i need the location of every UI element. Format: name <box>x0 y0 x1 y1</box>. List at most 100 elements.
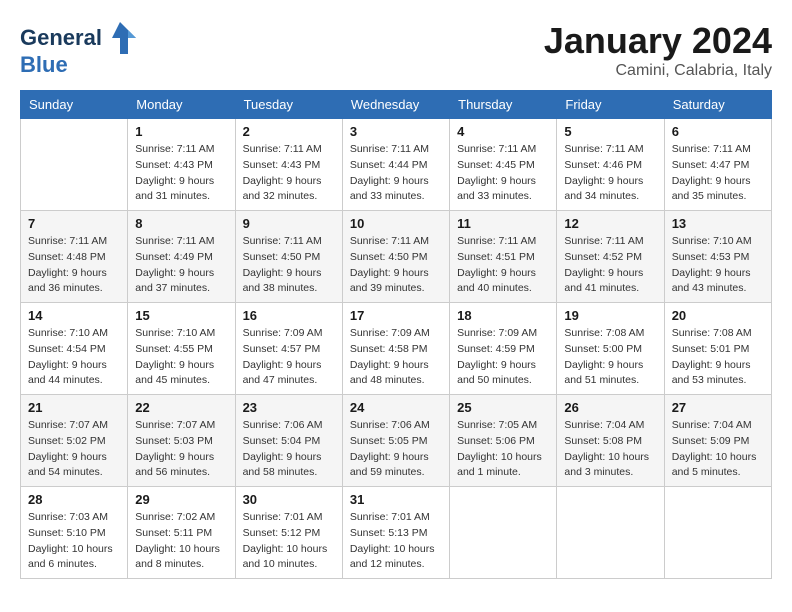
calendar-week-4: 21 Sunrise: 7:07 AMSunset: 5:02 PMDayligh… <box>21 395 772 487</box>
calendar-week-3: 14Sunrise: 7:10 AMSunset: 4:54 PMDayligh… <box>21 303 772 395</box>
page-header: General Blue January 2024 Camini, Calabr… <box>20 20 772 80</box>
day-info: Sunrise: 7:05 AMSunset: 5:06 PMDaylight:… <box>457 418 549 481</box>
day-number: 14 <box>28 308 120 323</box>
calendar-cell: 30 Sunrise: 7:01 AMSunset: 5:12 PMDayligh… <box>235 487 342 579</box>
day-info: Sunrise: 7:09 AMSunset: 4:57 PMDaylight:… <box>243 326 335 389</box>
day-info: Sunrise: 7:11 AMSunset: 4:50 PMDaylight:… <box>243 234 335 297</box>
calendar-cell: 1Sunrise: 7:11 AMSunset: 4:43 PMDaylight… <box>128 119 235 211</box>
day-info: Sunrise: 7:11 AMSunset: 4:45 PMDaylight:… <box>457 142 549 205</box>
day-info: Sunrise: 7:09 AMSunset: 4:59 PMDaylight:… <box>457 326 549 389</box>
day-info: Sunrise: 7:09 AMSunset: 4:58 PMDaylight:… <box>350 326 442 389</box>
calendar-cell: 31 Sunrise: 7:01 AMSunset: 5:13 PMDayligh… <box>342 487 449 579</box>
month-title: January 2024 <box>544 20 772 62</box>
calendar-cell: 14Sunrise: 7:10 AMSunset: 4:54 PMDayligh… <box>21 303 128 395</box>
day-number: 7 <box>28 216 120 231</box>
day-info: Sunrise: 7:10 AMSunset: 4:53 PMDaylight:… <box>672 234 764 297</box>
day-number: 26 <box>564 400 656 415</box>
calendar-week-1: 1Sunrise: 7:11 AMSunset: 4:43 PMDaylight… <box>21 119 772 211</box>
day-number: 19 <box>564 308 656 323</box>
calendar-cell <box>557 487 664 579</box>
day-number: 9 <box>243 216 335 231</box>
calendar-cell: 15 Sunrise: 7:10 AMSunset: 4:55 PMDayligh… <box>128 303 235 395</box>
title-block: January 2024 Camini, Calabria, Italy <box>544 20 772 80</box>
day-info: Sunrise: 7:08 AMSunset: 5:00 PMDaylight:… <box>564 326 656 389</box>
day-info: Sunrise: 7:08 AMSunset: 5:01 PMDaylight:… <box>672 326 764 389</box>
calendar-cell: 29 Sunrise: 7:02 AMSunset: 5:11 PMDayligh… <box>128 487 235 579</box>
day-number: 25 <box>457 400 549 415</box>
weekday-header-thursday: Thursday <box>450 91 557 119</box>
calendar-cell: 5 Sunrise: 7:11 AMSunset: 4:46 PMDaylight… <box>557 119 664 211</box>
calendar-cell: 18 Sunrise: 7:09 AMSunset: 4:59 PMDayligh… <box>450 303 557 395</box>
day-info: Sunrise: 7:11 AMSunset: 4:51 PMDaylight:… <box>457 234 549 297</box>
calendar-cell: 24 Sunrise: 7:06 AMSunset: 5:05 PMDayligh… <box>342 395 449 487</box>
day-number: 16 <box>243 308 335 323</box>
calendar-cell <box>21 119 128 211</box>
day-info: Sunrise: 7:11 AMSunset: 4:49 PMDaylight:… <box>135 234 227 297</box>
day-number: 8 <box>135 216 227 231</box>
day-info: Sunrise: 7:11 AMSunset: 4:43 PMDaylight:… <box>135 142 227 205</box>
calendar-cell: 21 Sunrise: 7:07 AMSunset: 5:02 PMDayligh… <box>21 395 128 487</box>
day-info: Sunrise: 7:02 AMSunset: 5:11 PMDaylight:… <box>135 510 227 573</box>
calendar-cell: 26Sunrise: 7:04 AMSunset: 5:08 PMDayligh… <box>557 395 664 487</box>
calendar-cell: 25 Sunrise: 7:05 AMSunset: 5:06 PMDayligh… <box>450 395 557 487</box>
day-info: Sunrise: 7:11 AMSunset: 4:50 PMDaylight:… <box>350 234 442 297</box>
location-subtitle: Camini, Calabria, Italy <box>544 62 772 80</box>
day-number: 29 <box>135 492 227 507</box>
day-number: 18 <box>457 308 549 323</box>
day-info: Sunrise: 7:07 AMSunset: 5:02 PMDaylight:… <box>28 418 120 481</box>
calendar-week-5: 28 Sunrise: 7:03 AMSunset: 5:10 PMDayligh… <box>21 487 772 579</box>
day-number: 30 <box>243 492 335 507</box>
calendar-cell: 12 Sunrise: 7:11 AMSunset: 4:52 PMDayligh… <box>557 211 664 303</box>
day-info: Sunrise: 7:11 AMSunset: 4:44 PMDaylight:… <box>350 142 442 205</box>
day-number: 23 <box>243 400 335 415</box>
day-info: Sunrise: 7:11 AMSunset: 4:47 PMDaylight:… <box>672 142 764 205</box>
day-number: 17 <box>350 308 442 323</box>
calendar-cell: 6 Sunrise: 7:11 AMSunset: 4:47 PMDaylight… <box>664 119 771 211</box>
day-info: Sunrise: 7:11 AMSunset: 4:46 PMDaylight:… <box>564 142 656 205</box>
logo: General Blue <box>20 20 138 78</box>
day-info: Sunrise: 7:11 AMSunset: 4:52 PMDaylight:… <box>564 234 656 297</box>
calendar-cell: 10 Sunrise: 7:11 AMSunset: 4:50 PMDayligh… <box>342 211 449 303</box>
logo-icon <box>102 20 138 56</box>
calendar-cell: 20 Sunrise: 7:08 AMSunset: 5:01 PMDayligh… <box>664 303 771 395</box>
calendar-cell: 7Sunrise: 7:11 AMSunset: 4:48 PMDaylight… <box>21 211 128 303</box>
calendar-cell: 8 Sunrise: 7:11 AMSunset: 4:49 PMDaylight… <box>128 211 235 303</box>
day-info: Sunrise: 7:10 AMSunset: 4:55 PMDaylight:… <box>135 326 227 389</box>
day-number: 21 <box>28 400 120 415</box>
day-number: 2 <box>243 124 335 139</box>
day-number: 10 <box>350 216 442 231</box>
day-number: 15 <box>135 308 227 323</box>
calendar-cell: 3Sunrise: 7:11 AMSunset: 4:44 PMDaylight… <box>342 119 449 211</box>
day-number: 5 <box>564 124 656 139</box>
day-number: 12 <box>564 216 656 231</box>
day-info: Sunrise: 7:07 AMSunset: 5:03 PMDaylight:… <box>135 418 227 481</box>
calendar-cell: 19 Sunrise: 7:08 AMSunset: 5:00 PMDayligh… <box>557 303 664 395</box>
weekday-header-saturday: Saturday <box>664 91 771 119</box>
weekday-header-sunday: Sunday <box>21 91 128 119</box>
weekday-header-wednesday: Wednesday <box>342 91 449 119</box>
day-info: Sunrise: 7:01 AMSunset: 5:13 PMDaylight:… <box>350 510 442 573</box>
calendar-table: SundayMondayTuesdayWednesdayThursdayFrid… <box>20 90 772 579</box>
calendar-cell: 13 Sunrise: 7:10 AMSunset: 4:53 PMDayligh… <box>664 211 771 303</box>
day-info: Sunrise: 7:03 AMSunset: 5:10 PMDaylight:… <box>28 510 120 573</box>
calendar-cell: 23Sunrise: 7:06 AMSunset: 5:04 PMDayligh… <box>235 395 342 487</box>
weekday-header-monday: Monday <box>128 91 235 119</box>
calendar-header-row: SundayMondayTuesdayWednesdayThursdayFrid… <box>21 91 772 119</box>
day-number: 28 <box>28 492 120 507</box>
calendar-cell: 9 Sunrise: 7:11 AMSunset: 4:50 PMDaylight… <box>235 211 342 303</box>
day-number: 24 <box>350 400 442 415</box>
day-number: 22 <box>135 400 227 415</box>
day-info: Sunrise: 7:01 AMSunset: 5:12 PMDaylight:… <box>243 510 335 573</box>
calendar-week-2: 7Sunrise: 7:11 AMSunset: 4:48 PMDaylight… <box>21 211 772 303</box>
day-number: 6 <box>672 124 764 139</box>
day-number: 31 <box>350 492 442 507</box>
calendar-cell: 16 Sunrise: 7:09 AMSunset: 4:57 PMDayligh… <box>235 303 342 395</box>
day-number: 13 <box>672 216 764 231</box>
day-number: 4 <box>457 124 549 139</box>
calendar-cell: 4 Sunrise: 7:11 AMSunset: 4:45 PMDaylight… <box>450 119 557 211</box>
day-info: Sunrise: 7:06 AMSunset: 5:05 PMDaylight:… <box>350 418 442 481</box>
day-number: 27 <box>672 400 764 415</box>
day-info: Sunrise: 7:11 AMSunset: 4:43 PMDaylight:… <box>243 142 335 205</box>
day-number: 20 <box>672 308 764 323</box>
calendar-cell: 28 Sunrise: 7:03 AMSunset: 5:10 PMDayligh… <box>21 487 128 579</box>
